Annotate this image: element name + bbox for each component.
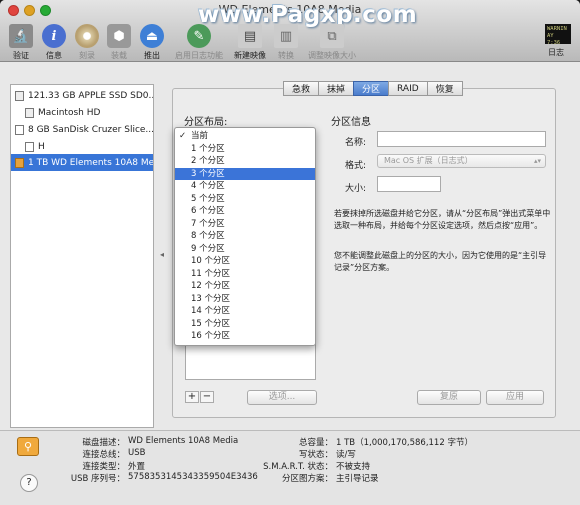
menu-item-partitions[interactable]: 5 个分区	[175, 193, 315, 206]
menu-item-partitions[interactable]: 13 个分区	[175, 293, 315, 306]
splitter-handle[interactable]: ◂	[160, 250, 164, 259]
menu-item-partitions[interactable]: 12 个分区	[175, 280, 315, 293]
smart-status-key: S.M.A.R.T. 状态：	[263, 462, 333, 472]
menu-item-partitions[interactable]: 8 个分区	[175, 230, 315, 243]
menu-item-partitions[interactable]: 16 个分区	[175, 330, 315, 343]
usb-serial-key: USB 序列号：	[70, 474, 125, 484]
menu-item-partitions[interactable]: 11 个分区	[175, 268, 315, 281]
usb-disk-icon: ⚲	[17, 437, 39, 456]
menu-item-partitions[interactable]: 10 个分区	[175, 255, 315, 268]
tab-partition[interactable]: 分区	[353, 81, 390, 96]
size-input[interactable]	[377, 176, 441, 192]
options-button[interactable]: 选项...	[247, 390, 317, 405]
help-button[interactable]: ?	[20, 474, 38, 492]
connection-type-key: 连接类型：	[82, 462, 125, 472]
name-input[interactable]	[377, 131, 546, 147]
menu-item-current[interactable]: ✓ 当前	[175, 130, 315, 143]
convert-icon: ▥	[274, 24, 298, 48]
volume-item-h[interactable]: H	[11, 138, 153, 155]
disk-item-wd-elements[interactable]: 1 TB WD Elements 10A8 Media	[11, 154, 153, 171]
connection-type-value: 外置	[128, 462, 146, 472]
partition-scheme-key: 分区图方案：	[281, 474, 333, 484]
disk-item-apple-ssd[interactable]: 121.33 GB APPLE SSD SD0...	[11, 87, 153, 104]
eject-button[interactable]: ⏏ 推出	[128, 24, 176, 61]
format-select[interactable]: Mac OS 扩展（日志式） ▴▾	[377, 154, 546, 168]
capacity-key: 总容量：	[298, 438, 333, 448]
format-label: 格式:	[344, 161, 366, 171]
smart-status-value: 不被支持	[336, 462, 371, 472]
capacity-value: 1 TB（1,000,170,586,112 字节）	[336, 438, 473, 448]
partition-layout-menu: ✓ 当前 1 个分区 2 个分区 3 个分区 4 个分区 5 个分区 6 个分区 …	[174, 127, 316, 346]
partition-warning: 您不能调整此磁盘上的分区的大小，因为它使用的是“主引导记录”分区方案。	[334, 251, 547, 272]
volume-icon	[25, 141, 34, 152]
log-icon[interactable]: WARNIN AY 7:36	[545, 24, 571, 46]
menu-item-partitions[interactable]: 2 个分区	[175, 155, 315, 168]
tab-erase[interactable]: 抹掉	[318, 81, 355, 96]
usb-serial-value: 575835314534335950​4E3436	[128, 472, 258, 482]
tab-restore[interactable]: 恢复	[426, 81, 463, 96]
menu-item-partitions[interactable]: 15 个分区	[175, 318, 315, 331]
toolbar: WD Elements 10A8 Media www.Pagxp.com 🔬 验…	[0, 0, 580, 62]
bus-value: USB	[128, 448, 146, 458]
convert-button[interactable]: ▥ 转换	[262, 24, 310, 61]
volume-icon	[25, 107, 34, 118]
menu-item-partitions[interactable]: 1 个分区	[175, 143, 315, 156]
internal-disk-icon	[15, 90, 24, 101]
partition-scheme-value: 主引导记录	[336, 474, 379, 484]
name-label: 名称:	[344, 138, 366, 148]
select-arrows-icon: ▴▾	[533, 157, 541, 165]
disk-description-key: 磁盘描述：	[82, 438, 125, 448]
external-disk-icon	[15, 157, 24, 168]
volume-item-macintosh-hd[interactable]: Macintosh HD	[11, 104, 153, 121]
tab-raid[interactable]: RAID	[388, 81, 428, 96]
checkmark-icon: ✓	[179, 131, 187, 141]
tab-bar: 急救 抹掉 分区 RAID 恢复	[283, 81, 463, 96]
write-status-value: 读/写	[336, 450, 356, 460]
disk-utility-window: WD Elements 10A8 Media www.Pagxp.com 🔬 验…	[0, 0, 580, 505]
menu-item-partitions[interactable]: 9 个分区	[175, 243, 315, 256]
add-partition-button[interactable]: +	[185, 391, 199, 403]
revert-button[interactable]: 复原	[417, 390, 481, 405]
disk-description-value: WD Elements 10A8 Media	[128, 436, 239, 446]
partition-info-label: 分区信息	[331, 117, 371, 128]
write-status-key: 写状态：	[298, 450, 333, 460]
journaling-icon: ✎	[187, 24, 211, 48]
menu-item-partitions[interactable]: 6 个分区	[175, 205, 315, 218]
log-button-label[interactable]: 日志	[548, 47, 564, 58]
apply-button[interactable]: 应用	[486, 390, 544, 405]
tab-first-aid[interactable]: 急救	[283, 81, 320, 96]
size-label: 大小:	[344, 184, 366, 194]
menu-item-partitions[interactable]: 4 个分区	[175, 180, 315, 193]
partition-description: 若要抹掉所选磁盘并给它分区，请从“分区布局”弹出式菜单中选取一种布局，并给每个分…	[334, 209, 551, 230]
partition-layout-label: 分区布局:	[184, 117, 228, 128]
usb-disk-icon	[15, 124, 24, 135]
disk-list: 121.33 GB APPLE SSD SD0... Macintosh HD …	[10, 84, 154, 428]
resize-image-icon: ⧉	[320, 24, 344, 48]
menu-item-partitions[interactable]: 14 个分区	[175, 305, 315, 318]
bus-key: 连接总线：	[82, 450, 125, 460]
disk-item-sandisk[interactable]: 8 GB SanDisk Cruzer Slice...	[11, 121, 153, 138]
menu-item-partitions[interactable]: 3 个分区	[175, 167, 315, 180]
eject-icon: ⏏	[140, 24, 164, 48]
enable-journaling-button[interactable]: ✎ 启用日志功能	[175, 24, 223, 61]
remove-partition-button[interactable]: −	[200, 391, 214, 403]
resize-image-button[interactable]: ⧉ 调整映像大小	[308, 24, 356, 61]
new-image-icon: ▤	[238, 24, 262, 48]
menu-item-partitions[interactable]: 7 个分区	[175, 218, 315, 231]
